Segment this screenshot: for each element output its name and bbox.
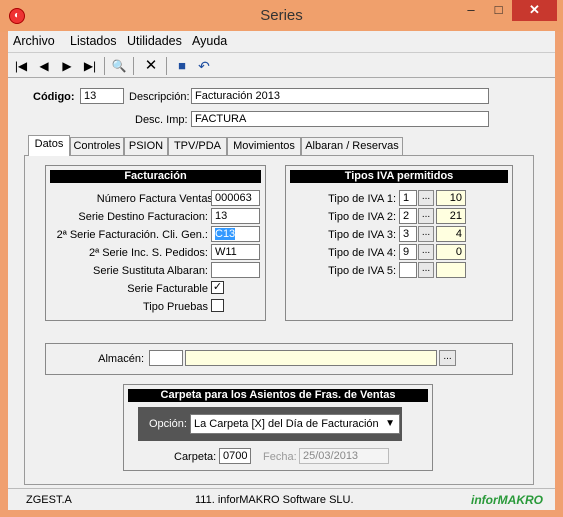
- almacen-code-field[interactable]: [149, 350, 183, 366]
- save-icon[interactable]: ■: [172, 56, 192, 76]
- descripcion-field[interactable]: Facturación 2013: [191, 88, 489, 104]
- segunda-serie-cli-field[interactable]: C13: [211, 226, 260, 242]
- menu-bar: Archivo Listados Utilidades Ayuda: [8, 31, 555, 51]
- toolbar-separator: [166, 57, 167, 75]
- iva-2-label: Tipo de IVA 2:: [328, 211, 396, 223]
- serie-sustituta-label: Serie Sustituta Albaran:: [93, 265, 208, 277]
- serie-destino-label: Serie Destino Facturacion:: [78, 211, 208, 223]
- tab-movimientos[interactable]: Movimientos: [227, 137, 301, 155]
- opcion-label: Opción:: [149, 418, 187, 430]
- serie-destino-field[interactable]: 13: [211, 208, 260, 224]
- status-company: 111. inforMAKRO Software SLU.: [195, 494, 354, 506]
- serie-sustituta-field[interactable]: [211, 262, 260, 278]
- menu-archivo[interactable]: Archivo: [13, 34, 55, 48]
- numero-factura-field[interactable]: 000063: [211, 190, 260, 206]
- iva-1-code-field[interactable]: 1: [399, 190, 417, 206]
- tipo-pruebas-checkbox[interactable]: [211, 299, 224, 312]
- tab-albaran-reservas[interactable]: Albaran / Reservas: [301, 137, 403, 155]
- iva-5-code-field[interactable]: [399, 262, 417, 278]
- previous-record-icon[interactable]: ◀: [34, 56, 54, 76]
- facturacion-title: Facturación: [50, 170, 261, 183]
- tipo-pruebas-label: Tipo Pruebas: [142, 301, 208, 313]
- iva-1-label: Tipo de IVA 1:: [328, 193, 396, 205]
- tab-controles[interactable]: Controles: [70, 137, 124, 155]
- delete-icon[interactable]: ✕: [141, 56, 161, 76]
- iva-3-code-field[interactable]: 3: [399, 226, 417, 242]
- iva-1-percent-field: 10: [436, 190, 466, 206]
- toolbar-separator: [133, 57, 134, 75]
- menu-ayuda[interactable]: Ayuda: [192, 34, 227, 48]
- serie-facturable-checkbox[interactable]: ✓: [211, 281, 224, 294]
- minimize-button[interactable]: –: [457, 0, 485, 21]
- iva-1-browse-button[interactable]: ...: [418, 190, 434, 206]
- iva-3-label: Tipo de IVA 3:: [328, 229, 396, 241]
- desc-imp-label: Desc. Imp:: [135, 114, 188, 126]
- menu-utilidades[interactable]: Utilidades: [127, 34, 182, 48]
- iva-2-percent-field: 21: [436, 208, 466, 224]
- carpeta-group: Carpeta para los Asientos de Fras. de Ve…: [123, 384, 433, 471]
- iva-5-label: Tipo de IVA 5:: [328, 265, 396, 277]
- segunda-serie-cli-label: 2ª Serie Facturación. Cli. Gen.:: [56, 229, 208, 241]
- client-area: Archivo Listados Utilidades Ayuda |◀ ◀ ▶…: [8, 31, 555, 510]
- toolbar: |◀ ◀ ▶ ▶| 🔍 ✕ ■ ↶: [8, 52, 555, 78]
- tipos-iva-title: Tipos IVA permitidos: [290, 170, 508, 183]
- iva-4-browse-button[interactable]: ...: [418, 244, 434, 260]
- tab-tpv-pda[interactable]: TPV/PDA: [168, 137, 227, 155]
- iva-5-percent-field: [436, 262, 466, 278]
- tab-psion[interactable]: PSION: [124, 137, 168, 155]
- carpeta-label: Carpeta:: [174, 451, 217, 463]
- iva-4-label: Tipo de IVA 4:: [328, 247, 396, 259]
- carpeta-title: Carpeta para los Asientos de Fras. de Ve…: [128, 389, 428, 402]
- segunda-serie-pedidos-field[interactable]: W11: [211, 244, 260, 260]
- app-window: ◐ Series – □ ✕ Archivo Listados Utilidad…: [0, 0, 563, 517]
- toolbar-separator: [104, 57, 105, 75]
- iva-3-percent-field: 4: [436, 226, 466, 242]
- tipos-iva-group: Tipos IVA permitidos Tipo de IVA 1: 1 ..…: [285, 165, 513, 321]
- numero-factura-label: Número Factura Ventas:: [96, 193, 216, 205]
- tab-datos[interactable]: Datos: [28, 135, 70, 156]
- iva-3-browse-button[interactable]: ...: [418, 226, 434, 242]
- facturacion-group: Facturación Número Factura Ventas: 00006…: [45, 165, 266, 321]
- almacen-browse-button[interactable]: ...: [439, 350, 456, 366]
- last-record-icon[interactable]: ▶|: [80, 56, 100, 76]
- menu-listados[interactable]: Listados: [70, 34, 117, 48]
- desc-imp-field[interactable]: FACTURA: [191, 111, 489, 127]
- iva-5-browse-button[interactable]: ...: [418, 262, 434, 278]
- informakro-logo: inforMAKRO: [471, 493, 543, 507]
- title-bar: ◐ Series – □ ✕: [0, 0, 563, 32]
- next-record-icon[interactable]: ▶: [57, 56, 77, 76]
- iva-2-browse-button[interactable]: ...: [418, 208, 434, 224]
- tab-panel-datos: Facturación Número Factura Ventas: 00006…: [24, 155, 534, 485]
- descripcion-label: Descripción:: [129, 91, 190, 103]
- iva-2-code-field[interactable]: 2: [399, 208, 417, 224]
- iva-4-code-field[interactable]: 9: [399, 244, 417, 260]
- codigo-field[interactable]: 13: [80, 88, 124, 104]
- almacen-group: Almacén: ...: [45, 343, 513, 375]
- first-record-icon[interactable]: |◀: [11, 56, 31, 76]
- codigo-label: Código:: [33, 91, 75, 103]
- opcion-select[interactable]: La Carpeta [X] del Día de Facturación ▼: [190, 414, 400, 434]
- segunda-serie-pedidos-label: 2ª Serie Inc. S. Pedidos:: [88, 247, 208, 259]
- chevron-down-icon: ▼: [385, 418, 395, 429]
- almacen-label: Almacén:: [98, 353, 144, 365]
- status-bar: ZGEST.A 111. inforMAKRO Software SLU. in…: [8, 488, 555, 510]
- opcion-box: Opción: La Carpeta [X] del Día de Factur…: [138, 407, 402, 441]
- maximize-button[interactable]: □: [485, 0, 512, 21]
- opcion-value: La Carpeta [X] del Día de Facturación: [194, 418, 379, 430]
- iva-4-percent-field: 0: [436, 244, 466, 260]
- search-icon[interactable]: 🔍: [109, 56, 129, 76]
- carpeta-field[interactable]: 0700: [219, 448, 251, 464]
- undo-icon[interactable]: ↶: [194, 56, 214, 76]
- close-button[interactable]: ✕: [512, 0, 557, 21]
- serie-facturable-label: Serie Facturable: [127, 283, 208, 295]
- fecha-field: 25/03/2013: [299, 448, 389, 464]
- almacen-name-field: [185, 350, 437, 366]
- status-program: ZGEST.A: [26, 494, 72, 506]
- fecha-label: Fecha:: [263, 451, 297, 463]
